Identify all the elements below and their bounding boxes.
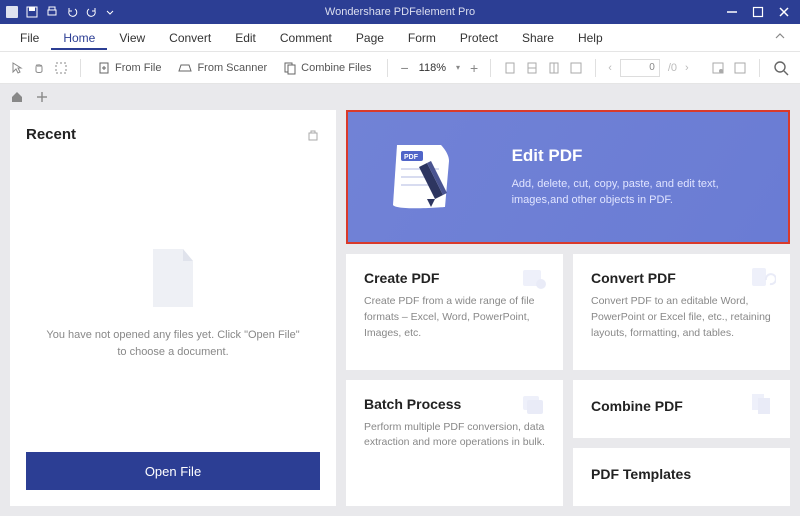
menu-file[interactable]: File	[8, 26, 51, 50]
combine-pdf-icon	[750, 392, 776, 419]
menu-page[interactable]: Page	[344, 26, 396, 50]
prev-page-icon[interactable]: ‹	[608, 62, 612, 74]
maximize-icon[interactable]	[752, 6, 764, 18]
menu-protect[interactable]: Protect	[448, 26, 510, 50]
home-tab-icon[interactable]	[10, 90, 24, 104]
convert-pdf-icon	[748, 266, 776, 295]
combine-files-label: Combine Files	[301, 62, 371, 74]
print-icon[interactable]	[46, 6, 58, 18]
create-pdf-title: Create PDF	[364, 270, 545, 286]
page-total: /0	[668, 62, 677, 74]
actual-size-icon[interactable]	[569, 61, 583, 75]
recent-panel: Recent You have not opened any files yet…	[10, 110, 336, 506]
new-tab-icon[interactable]	[36, 91, 48, 103]
view-mode-1-icon[interactable]	[711, 61, 725, 75]
zoom-out-button[interactable]: −	[400, 60, 408, 76]
redo-icon[interactable]	[86, 6, 98, 18]
app-icon	[6, 6, 18, 18]
menu-convert[interactable]: Convert	[157, 26, 223, 50]
edit-pdf-illustration: PDF	[376, 132, 472, 222]
from-scanner-label: From Scanner	[197, 62, 267, 74]
toolbar: From File From Scanner Combine Files − 1…	[0, 52, 800, 84]
hand-tool-icon[interactable]	[32, 61, 46, 75]
file-plus-icon	[97, 61, 111, 75]
separator	[595, 59, 596, 77]
combine-pdf-title: Combine PDF	[591, 398, 772, 414]
create-pdf-card[interactable]: Create PDF Create PDF from a wide range …	[346, 254, 563, 370]
from-file-button[interactable]: From File	[93, 59, 165, 77]
menu-view[interactable]: View	[107, 26, 157, 50]
recent-empty-state: You have not opened any files yet. Click…	[26, 163, 320, 442]
dropdown-icon[interactable]	[106, 6, 114, 18]
separator	[387, 59, 388, 77]
batch-process-title: Batch Process	[364, 396, 545, 412]
next-page-icon[interactable]: ›	[685, 62, 689, 74]
zoom-dropdown-icon[interactable]: ▾	[456, 63, 460, 72]
pdf-templates-card[interactable]: PDF Templates	[573, 448, 790, 506]
menu-help[interactable]: Help	[566, 26, 615, 50]
scanner-icon	[177, 61, 193, 75]
content-area: Recent You have not opened any files yet…	[0, 110, 800, 516]
menu-comment[interactable]: Comment	[268, 26, 344, 50]
pdf-templates-title: PDF Templates	[591, 466, 772, 482]
pointer-tool-icon[interactable]	[10, 61, 24, 75]
menu-form[interactable]: Form	[396, 26, 448, 50]
separator	[490, 59, 491, 77]
recent-title: Recent	[26, 126, 76, 143]
recent-action-icon[interactable]	[306, 128, 320, 142]
select-tool-icon[interactable]	[54, 61, 68, 75]
fit-width-icon[interactable]	[525, 61, 539, 75]
minimize-icon[interactable]	[726, 6, 738, 18]
edit-pdf-title: Edit PDF	[512, 146, 760, 166]
batch-process-card[interactable]: Batch Process Perform multiple PDF conve…	[346, 380, 563, 506]
title-bar: Wondershare PDFelement Pro	[0, 0, 800, 24]
combine-files-button[interactable]: Combine Files	[279, 59, 375, 77]
create-pdf-desc: Create PDF from a wide range of file for…	[364, 294, 545, 341]
view-mode-2-icon[interactable]	[733, 61, 747, 75]
collapse-ribbon-icon[interactable]	[768, 30, 792, 45]
batch-process-desc: Perform multiple PDF conversion, data ex…	[364, 420, 545, 452]
recent-empty-text: You have not opened any files yet. Click…	[26, 327, 320, 360]
tab-strip	[0, 84, 800, 110]
create-pdf-icon	[521, 266, 549, 295]
zoom-in-button[interactable]: +	[470, 60, 478, 76]
edit-pdf-hero[interactable]: PDF Edit PDF Add, delete, cut, copy, pas…	[346, 110, 790, 244]
empty-file-icon	[145, 245, 201, 311]
separator	[80, 59, 81, 77]
convert-pdf-card[interactable]: Convert PDF Convert PDF to an editable W…	[573, 254, 790, 370]
open-file-label: Open File	[145, 464, 201, 479]
page-number-input[interactable]	[620, 59, 660, 77]
window-title: Wondershare PDFelement Pro	[325, 6, 475, 18]
convert-pdf-desc: Convert PDF to an editable Word, PowerPo…	[591, 294, 772, 341]
fit-height-icon[interactable]	[547, 61, 561, 75]
open-file-button[interactable]: Open File	[26, 452, 320, 490]
zoom-percent: 118%	[419, 62, 446, 74]
batch-process-icon	[521, 392, 549, 421]
from-file-label: From File	[115, 62, 161, 74]
menu-edit[interactable]: Edit	[223, 26, 268, 50]
edit-pdf-desc: Add, delete, cut, copy, paste, and edit …	[512, 176, 760, 209]
undo-icon[interactable]	[66, 6, 78, 18]
from-scanner-button[interactable]: From Scanner	[173, 59, 271, 77]
search-icon[interactable]	[772, 59, 790, 77]
combine-pdf-card[interactable]: Combine PDF	[573, 380, 790, 438]
svg-text:PDF: PDF	[404, 154, 419, 161]
separator	[759, 59, 760, 77]
actions-panel: PDF Edit PDF Add, delete, cut, copy, pas…	[346, 110, 790, 506]
menu-bar: File Home View Convert Edit Comment Page…	[0, 24, 800, 52]
close-icon[interactable]	[778, 6, 790, 18]
combine-icon	[283, 61, 297, 75]
fit-page-icon[interactable]	[503, 61, 517, 75]
save-icon[interactable]	[26, 6, 38, 18]
menu-share[interactable]: Share	[510, 26, 566, 50]
convert-pdf-title: Convert PDF	[591, 270, 772, 286]
menu-home[interactable]: Home	[51, 26, 107, 50]
